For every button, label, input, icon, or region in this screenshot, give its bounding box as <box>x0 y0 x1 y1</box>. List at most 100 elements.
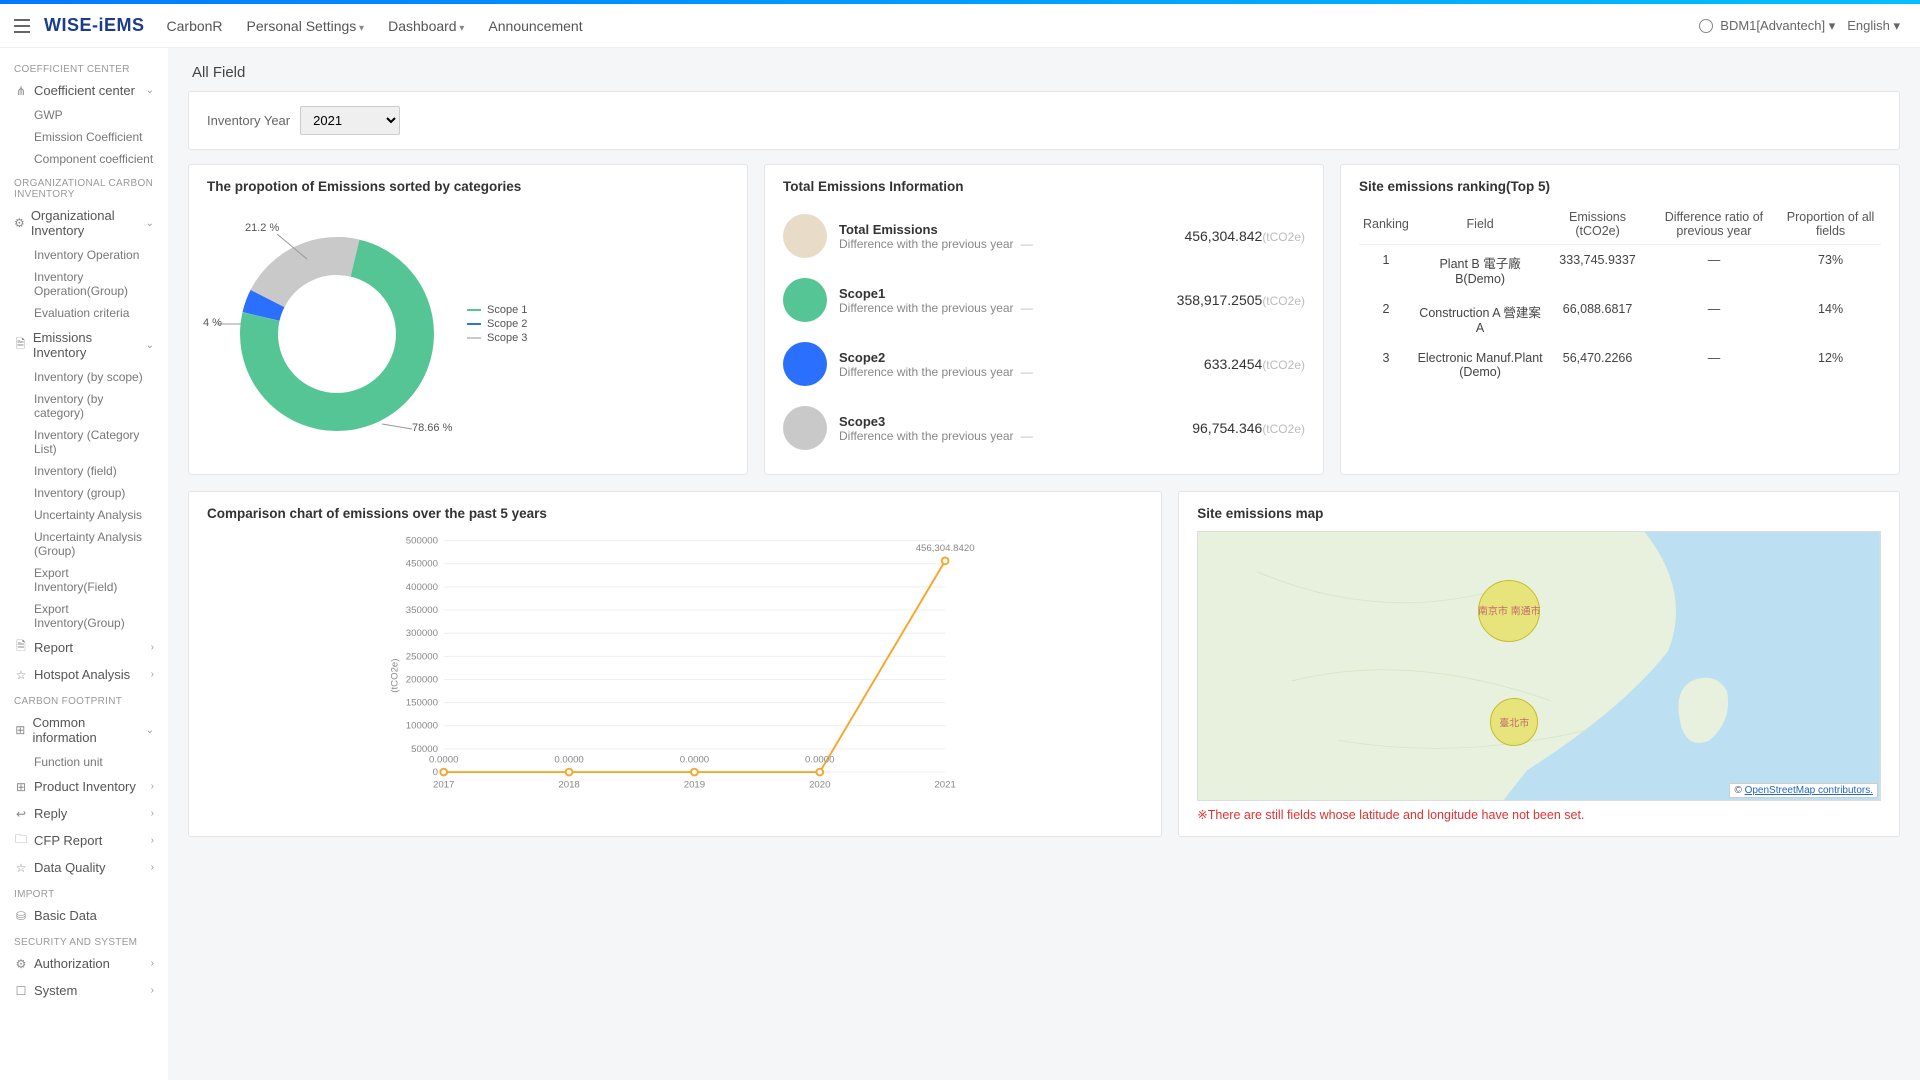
emission-unit: (tCO2e) <box>1262 230 1305 244</box>
donut-label: 4 % <box>203 317 222 329</box>
sidebar-sub-component-coefficient[interactable]: Component coefficient <box>0 148 168 170</box>
inventory-year-select[interactable]: 2021 <box>300 106 400 135</box>
nav-carbonr[interactable]: CarbonR <box>157 12 233 40</box>
emission-unit: (tCO2e) <box>1262 358 1305 372</box>
header: WISE-iEMS CarbonRPersonal SettingsDashbo… <box>0 4 1920 48</box>
sidebar-item-reply[interactable]: ↩Reply› <box>0 800 168 827</box>
chevron-down-icon: ▾ <box>1825 18 1835 33</box>
emission-name: Scope1 <box>839 286 1165 301</box>
emission-unit: (tCO2e) <box>1262 294 1305 308</box>
table-row: 2Construction A 營建案A66,088.6817—14% <box>1359 294 1881 343</box>
card-title: The propotion of Emissions sorted by cat… <box>207 179 729 194</box>
table-cell: 3 <box>1359 343 1413 387</box>
star-icon: ☆ <box>14 861 28 875</box>
sidebar-sub-inventory-by-scope-[interactable]: Inventory (by scope) <box>0 366 168 388</box>
user-icon <box>1699 19 1713 33</box>
sidebar-section: CARBON FOOTPRINT <box>0 688 168 709</box>
sidebar-item-organizational-inventory[interactable]: ⚙Organizational Inventory⌄ <box>0 202 168 244</box>
sidebar-item-coefficient-center[interactable]: ⋔Coefficient center⌄ <box>0 77 168 104</box>
svg-text:200000: 200000 <box>406 674 438 685</box>
sidebar-item-system[interactable]: ☐System› <box>0 977 168 1004</box>
nav-announcement[interactable]: Announcement <box>478 12 592 40</box>
chevron-right-icon: › <box>151 781 154 792</box>
nav-dashboard[interactable]: Dashboard <box>378 12 474 40</box>
svg-text:0: 0 <box>433 767 438 778</box>
emission-value: 633.2454 <box>1204 356 1262 372</box>
sidebar-item-emissions-inventory[interactable]: 🗎Emissions Inventory⌄ <box>0 324 168 366</box>
svg-text:150000: 150000 <box>406 698 438 709</box>
site-map[interactable]: 南京市 南通市 臺北市 © OpenStreetMap contributors… <box>1197 531 1881 801</box>
proportion-card: The propotion of Emissions sorted by cat… <box>188 164 748 475</box>
sidebar-item-report[interactable]: 🗎Report› <box>0 634 168 661</box>
sidebar-item-basic-data[interactable]: ⛁Basic Data <box>0 902 168 929</box>
sidebar: COEFFICIENT CENTER⋔Coefficient center⌄GW… <box>0 48 168 1080</box>
nav-personal-settings[interactable]: Personal Settings <box>237 12 375 40</box>
sidebar-item-hotspot-analysis[interactable]: ☆Hotspot Analysis› <box>0 661 168 688</box>
table-header: Ranking <box>1359 204 1413 245</box>
chevron-down-icon: ⌄ <box>146 340 154 351</box>
table-cell: 73% <box>1780 245 1881 295</box>
table-cell: 2 <box>1359 294 1413 343</box>
sidebar-sub-inventory-by-category-[interactable]: Inventory (by category) <box>0 388 168 424</box>
sidebar-sub-function-unit[interactable]: Function unit <box>0 751 168 773</box>
menu-toggle-icon[interactable] <box>8 13 36 39</box>
page-title: All Field <box>168 48 1920 91</box>
filter-card: Inventory Year 2021 <box>188 91 1900 150</box>
emission-row: Scope2Difference with the previous year … <box>783 332 1305 396</box>
sidebar-item-authorization[interactable]: ⚙Authorization› <box>0 950 168 977</box>
sidebar-sub-inventory-category-list-[interactable]: Inventory (Category List) <box>0 424 168 460</box>
emission-diff-label: Difference with the previous year — <box>839 365 1192 379</box>
sidebar-section: COEFFICIENT CENTER <box>0 56 168 77</box>
doc-icon: 🗎 <box>14 641 28 655</box>
legend-item: Scope 2 <box>467 318 527 330</box>
emission-diff-label: Difference with the previous year — <box>839 301 1165 315</box>
map-bubble-label: 臺北市 <box>1499 715 1529 730</box>
table-header: Difference ratio of previous year <box>1648 204 1780 245</box>
scope-color-icon <box>783 214 827 258</box>
card-title: Comparison chart of emissions over the p… <box>207 506 1143 521</box>
svg-text:2019: 2019 <box>684 780 705 791</box>
sidebar-sub-evaluation-criteria[interactable]: Evaluation criteria <box>0 302 168 324</box>
sidebar-item-cfp-report[interactable]: 🗀CFP Report› <box>0 827 168 854</box>
sidebar-sub-uncertainty-analysis-group-[interactable]: Uncertainty Analysis (Group) <box>0 526 168 562</box>
chevron-down-icon: ⌄ <box>146 85 154 96</box>
main-content: All Field Inventory Year 2021 The propot… <box>168 48 1920 1080</box>
sidebar-sub-inventory-operation-group-[interactable]: Inventory Operation(Group) <box>0 266 168 302</box>
folder-icon: 🗀 <box>14 834 28 848</box>
sidebar-sub-gwp[interactable]: GWP <box>0 104 168 126</box>
chevron-right-icon: › <box>151 642 154 653</box>
sidebar-sub-inventory-operation[interactable]: Inventory Operation <box>0 244 168 266</box>
sidebar-item-product-inventory[interactable]: ⊞Product Inventory› <box>0 773 168 800</box>
map-card: Site emissions map 南京市 南通市 臺北市 <box>1178 491 1900 837</box>
emission-name: Scope2 <box>839 350 1192 365</box>
sidebar-sub-export-inventory-field-[interactable]: Export Inventory(Field) <box>0 562 168 598</box>
sidebar-sub-emission-coefficient[interactable]: Emission Coefficient <box>0 126 168 148</box>
scope-color-icon <box>783 278 827 322</box>
chevron-down-icon <box>457 18 465 34</box>
sidebar-item-common-information[interactable]: ⊞Common information⌄ <box>0 709 168 751</box>
sidebar-section: IMPORT <box>0 881 168 902</box>
donut-legend: Scope 1Scope 2Scope 3 <box>467 302 527 346</box>
sidebar-sub-inventory-group-[interactable]: Inventory (group) <box>0 482 168 504</box>
sidebar-sub-inventory-field-[interactable]: Inventory (field) <box>0 460 168 482</box>
svg-text:2018: 2018 <box>558 780 579 791</box>
card-title: Total Emissions Information <box>783 179 1305 194</box>
emission-name: Scope3 <box>839 414 1180 429</box>
map-attrib-link[interactable]: OpenStreetMap contributors. <box>1745 785 1873 796</box>
sidebar-sub-export-inventory-group-[interactable]: Export Inventory(Group) <box>0 598 168 634</box>
share-icon: ⋔ <box>14 84 28 98</box>
emission-name: Total Emissions <box>839 222 1172 237</box>
point-label: 0.0000 <box>805 754 834 765</box>
language-menu[interactable]: English ▾ <box>1847 18 1900 34</box>
sidebar-item-data-quality[interactable]: ☆Data Quality› <box>0 854 168 881</box>
inventory-year-label: Inventory Year <box>207 113 290 128</box>
doc-icon: 🗎 <box>14 338 27 352</box>
chevron-down-icon: ⌄ <box>146 218 154 229</box>
top-nav: CarbonRPersonal SettingsDashboardAnnounc… <box>157 12 593 40</box>
svg-text:250000: 250000 <box>406 651 438 662</box>
sidebar-sub-uncertainty-analysis[interactable]: Uncertainty Analysis <box>0 504 168 526</box>
scope-color-icon <box>783 406 827 450</box>
chevron-right-icon: › <box>151 808 154 819</box>
chevron-right-icon: › <box>151 835 154 846</box>
user-menu[interactable]: BDM1[Advantech] ▾ <box>1699 18 1836 34</box>
